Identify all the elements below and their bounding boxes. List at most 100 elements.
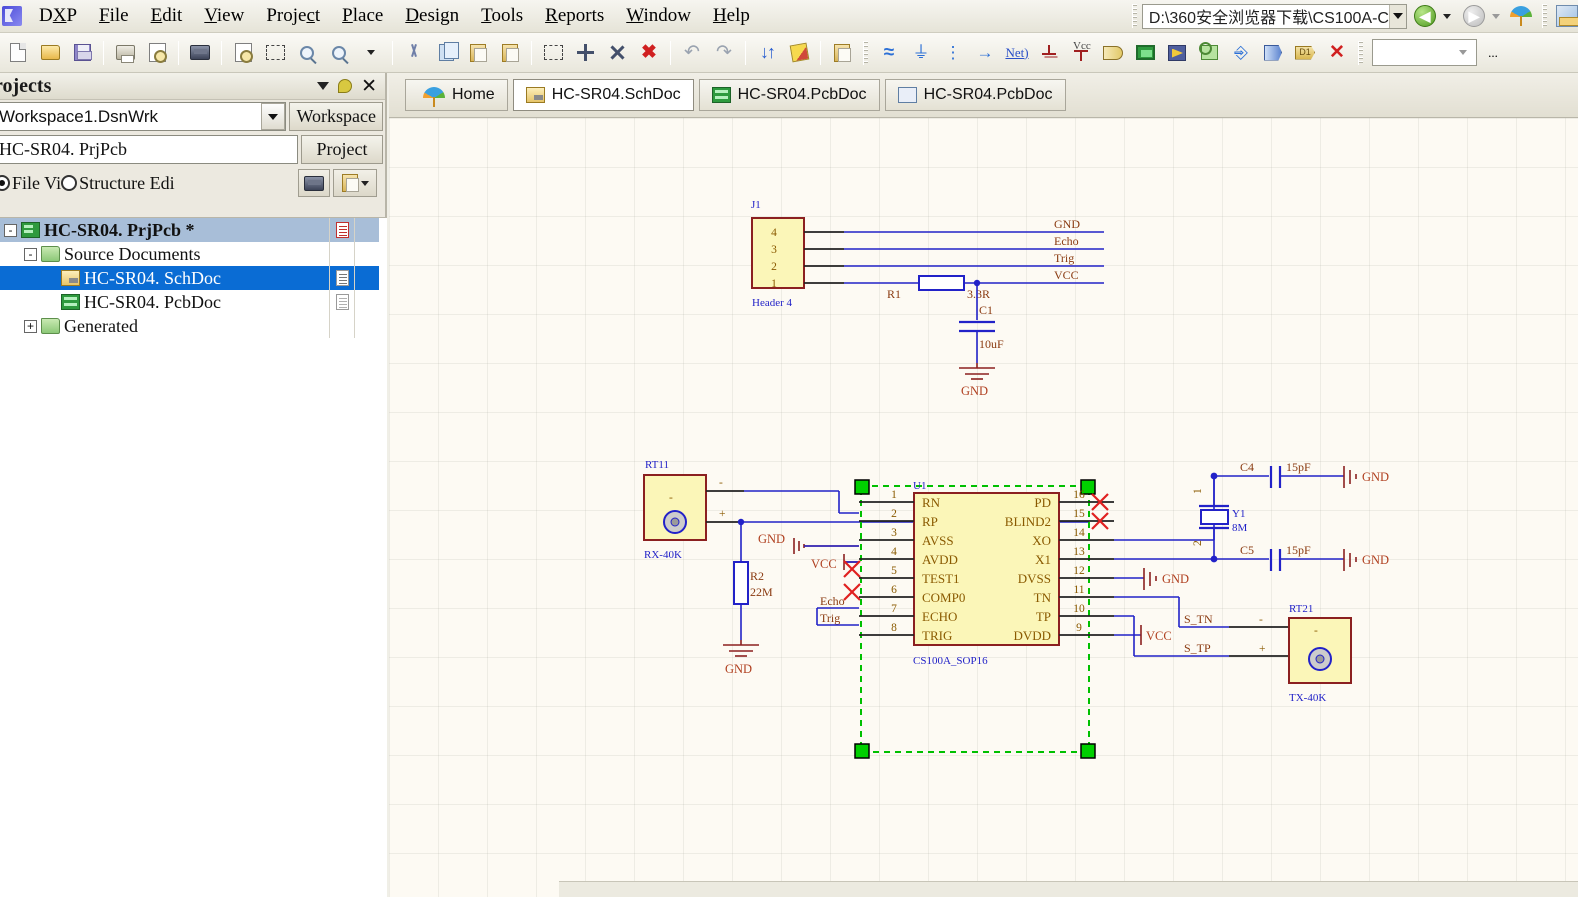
place-offsheet-connector[interactable]: D1 [1290,38,1320,68]
select-area[interactable] [538,38,568,68]
chevron-down-icon[interactable] [317,82,330,90]
menu-item-project[interactable]: Project [255,3,331,30]
paste[interactable] [463,38,493,68]
toolbar-grip[interactable] [863,40,868,65]
redo[interactable]: ↷ [709,38,739,68]
project-tree[interactable]: - HC-SR04. PrjPcb * - Source Documents HC-SR… [0,217,387,897]
undo[interactable]: ↶ [677,38,707,68]
j1-pin-3: 3 [771,244,777,256]
view-mode-row: File Vi Structure Edi [0,166,385,200]
toolbar-combo[interactable] [1372,39,1477,66]
document-tab-2[interactable]: HC-SR04.PcbDoc [698,79,880,111]
document-path-combo[interactable]: D:\360安全浏览器下载\CS100A-C [1141,3,1407,29]
tree-item-3[interactable]: HC-SR04. PcbDoc [0,290,379,314]
rt21-designator: RT21 [1289,603,1313,615]
forward-history-dropdown[interactable] [1492,13,1500,19]
place-bus-entry[interactable]: ⋮ [938,38,968,68]
workspace-dropdown[interactable] [261,103,286,130]
move-selection[interactable] [570,38,600,68]
schematic-canvas[interactable]: .w { stroke:#2222c8; stroke-width:1.6; f… [389,118,1578,897]
place-wire[interactable]: ≈ [874,38,904,68]
menu-item-reports[interactable]: Reports [534,3,615,30]
zoom-area[interactable] [260,38,290,68]
annotate[interactable] [784,38,814,68]
toolbar-overflow[interactable]: ... [1478,38,1508,68]
zoom-dropdown[interactable] [356,38,386,68]
toolbar-grip-2[interactable] [1542,4,1547,28]
pin-icon[interactable] [338,79,353,93]
c5-designator: C5 [1240,543,1254,557]
align[interactable] [602,38,632,68]
tree-extra-cell [354,314,379,338]
place-device-sheet[interactable] [1194,38,1224,68]
menu-item-design[interactable]: Design [394,3,470,30]
navigate-back-button[interactable]: ◀ [1414,5,1436,27]
y1-value: 8M [1232,522,1248,534]
new-document[interactable] [3,38,33,68]
tree-item-0[interactable]: - HC-SR04. PrjPcb * [0,218,379,242]
menu-item-file[interactable]: File [88,3,140,30]
file-view-radio[interactable] [0,175,10,191]
workspace-button[interactable]: Workspace [289,102,383,131]
tree-expander[interactable]: - [24,247,37,261]
menu-item-help[interactable]: Help [702,3,761,30]
place-harness-connector[interactable]: ⎆ [1226,38,1256,68]
place-sheet-symbol[interactable] [1130,38,1160,68]
menu-item-dxp[interactable]: DXP [28,3,88,30]
zoom-selected[interactable] [324,38,354,68]
close-icon[interactable]: ✕ [361,77,377,96]
tree-item-label: HC-SR04. SchDoc [84,267,222,288]
tree-item-1[interactable]: - Source Documents [0,242,379,266]
open-board-icon[interactable] [298,169,330,197]
toolbar-grip[interactable] [1131,4,1137,28]
clear-selection[interactable]: ✖ [634,38,664,68]
place-vcc-power-port[interactable]: Vcc [1066,38,1096,68]
cut[interactable] [399,38,429,68]
structure-editor-radio[interactable] [61,175,78,191]
document-tab-0[interactable]: Home [405,79,508,111]
altium-umbrella-icon[interactable] [1509,5,1533,27]
menu-item-window[interactable]: Window [615,3,702,30]
place-gnd-power-port[interactable] [1034,38,1064,68]
tree-expander[interactable]: - [4,223,17,237]
place-no-erc[interactable]: ✕ [1322,38,1352,68]
print[interactable] [110,38,140,68]
tree-item-2[interactable]: HC-SR04. SchDoc [0,266,379,290]
save-document[interactable] [67,38,97,68]
open-pcb-board[interactable] [185,38,215,68]
browse-library[interactable] [827,38,857,68]
canvas-horizontal-scrollbar[interactable] [559,881,1578,897]
update-from-pcb[interactable]: ↓↑ [752,38,782,68]
paste-special[interactable] [495,38,525,68]
tree-expander[interactable]: + [24,319,37,333]
tree-item-4[interactable]: + Generated [0,314,379,338]
place-signal-harness[interactable]: → [970,38,1000,68]
place-sheet-entry[interactable] [1162,38,1192,68]
place-net-label[interactable]: Net) [1002,38,1032,68]
open-document[interactable] [35,38,65,68]
menu-item-place[interactable]: Place [331,3,394,30]
ruler-icon[interactable] [1556,5,1578,27]
place-port[interactable] [1258,38,1288,68]
zoom-document[interactable] [228,38,258,68]
place-bus[interactable]: ⏚ [906,38,936,68]
document-tab-3[interactable]: HC-SR04.PcbDoc [884,79,1066,111]
project-combo[interactable]: HC-SR04. PrjPcb [0,135,298,164]
toolbar-grip[interactable] [1358,40,1363,65]
project-button[interactable]: Project [301,135,383,164]
document-options-icon[interactable] [333,169,377,197]
back-history-dropdown[interactable] [1443,13,1451,19]
place-part[interactable] [1098,38,1128,68]
vcc-u1-label: VCC [811,557,837,571]
zoom-in[interactable] [292,38,322,68]
document-path-dropdown[interactable] [1389,4,1406,28]
print-preview[interactable] [142,38,172,68]
workspace-combo[interactable]: Workspace1.DsnWrk [0,102,287,131]
menu-item-view[interactable]: View [193,3,255,30]
document-tab-1[interactable]: HC-SR04.SchDoc [512,79,694,111]
j1-pin-2: 2 [771,261,777,273]
navigate-forward-button[interactable]: ▶ [1463,5,1485,27]
menu-item-edit[interactable]: Edit [140,3,194,30]
menu-item-tools[interactable]: Tools [470,3,534,30]
copy[interactable] [431,38,461,68]
